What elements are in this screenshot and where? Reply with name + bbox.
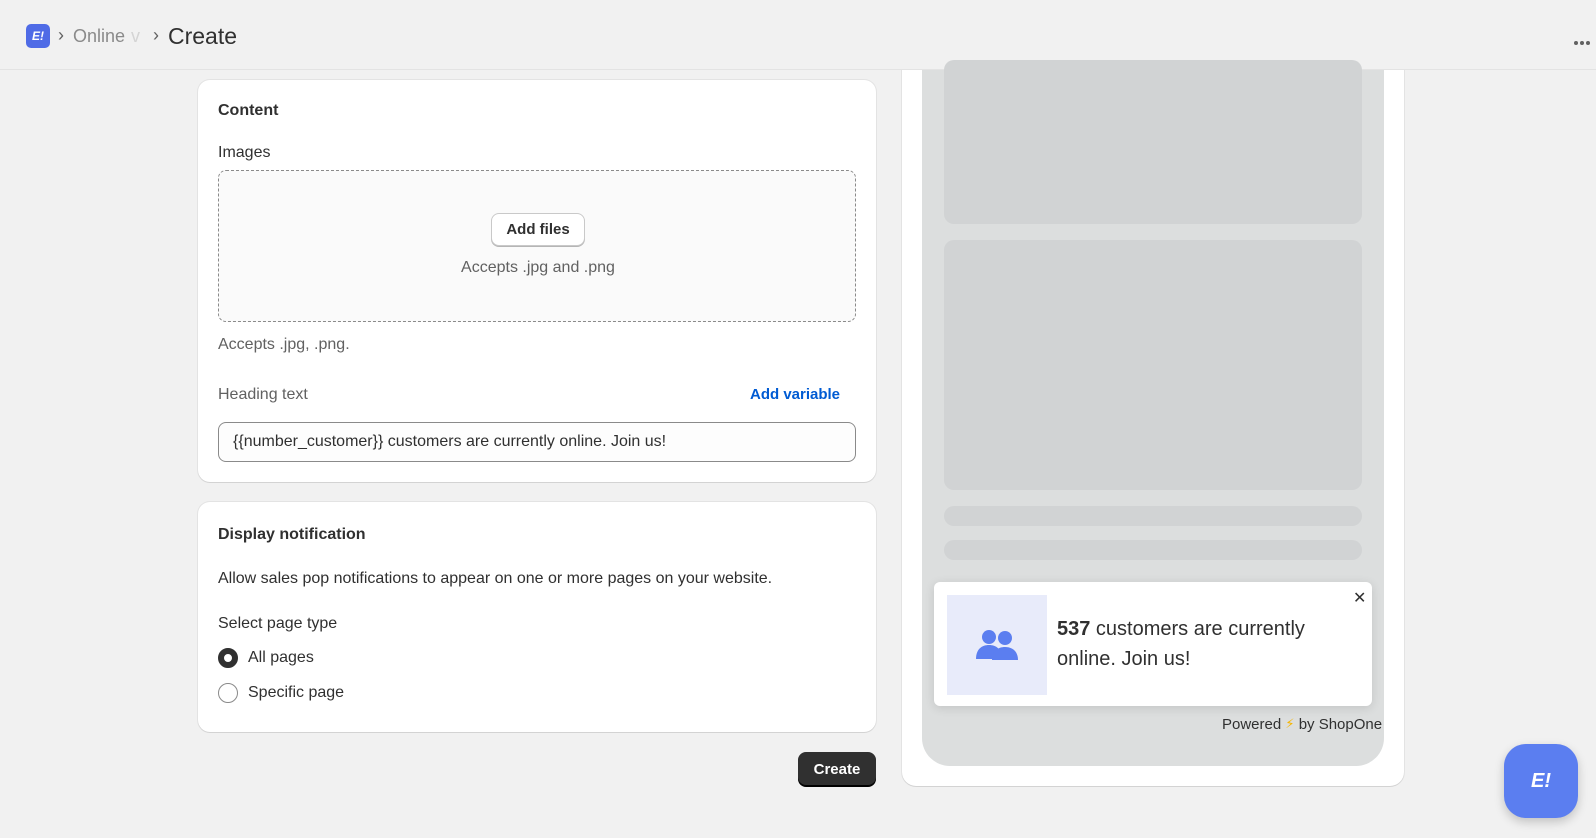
breadcrumb-truncated[interactable]: v <box>131 26 140 47</box>
close-icon[interactable]: ✕ <box>1353 588 1366 608</box>
radio-checked-icon[interactable] <box>218 648 238 668</box>
content-card-title: Content <box>218 102 279 119</box>
add-variable-link[interactable]: Add variable <box>750 386 840 403</box>
select-page-type-label: Select page type <box>218 615 338 632</box>
skeleton-line <box>944 506 1362 526</box>
heading-text-label: Heading text <box>218 386 308 403</box>
display-description: Allow sales pop notifications to appear … <box>218 570 773 587</box>
radio-all-pages[interactable]: All pages <box>218 648 314 668</box>
skeleton-block <box>944 240 1362 490</box>
app-logo-icon[interactable]: E! <box>26 24 50 48</box>
powered-by: Powered ⚡ by ShopOne <box>1222 716 1382 733</box>
preview-card: 537 customers are currently online. Join… <box>902 60 1404 786</box>
heading-text-input[interactable]: {{number_customer}} customers are curren… <box>218 422 856 462</box>
radio-unchecked-icon[interactable] <box>218 683 238 703</box>
images-label: Images <box>218 144 271 161</box>
notification-text: 537 customers are currently online. Join… <box>1057 614 1347 674</box>
radio-specific-page-label: Specific page <box>248 684 345 701</box>
chevron-right-icon: › <box>153 25 159 45</box>
more-horizontal-icon[interactable] <box>1574 32 1594 45</box>
content-card: Content Images Add files Accepts .jpg an… <box>198 80 876 482</box>
radio-specific-page[interactable]: Specific page <box>218 683 344 703</box>
powered-suffix: by ShopOne <box>1298 716 1383 733</box>
page-title: Create <box>168 23 238 49</box>
users-icon <box>947 595 1047 695</box>
add-files-button[interactable]: Add files <box>491 213 585 246</box>
sales-pop-notification: 537 customers are currently online. Join… <box>934 582 1372 706</box>
breadcrumb-online[interactable]: Online <box>73 26 125 47</box>
radio-all-pages-label: All pages <box>248 649 314 666</box>
skeleton-line <box>944 540 1362 560</box>
image-dropzone[interactable]: Add files Accepts .jpg and .png <box>218 170 856 322</box>
notification-number: 537 <box>1057 618 1091 640</box>
dropzone-hint: Accepts .jpg and .png <box>461 259 615 276</box>
chat-launcher-button[interactable]: E! <box>1504 744 1578 818</box>
phone-preview: 537 customers are currently online. Join… <box>922 60 1384 766</box>
top-bar: E! › Online v › Create <box>0 0 1596 70</box>
display-card-title: Display notification <box>218 526 366 543</box>
display-notification-card: Display notification Allow sales pop not… <box>198 502 876 732</box>
accepts-note: Accepts .jpg, .png. <box>218 336 350 353</box>
chevron-right-icon: › <box>58 25 64 45</box>
create-button[interactable]: Create <box>798 752 876 786</box>
skeleton-block <box>944 60 1362 224</box>
bolt-icon: ⚡ <box>1285 716 1295 731</box>
powered-prefix: Powered <box>1222 716 1282 733</box>
notification-message: customers are currently online. Join us! <box>1057 618 1305 670</box>
